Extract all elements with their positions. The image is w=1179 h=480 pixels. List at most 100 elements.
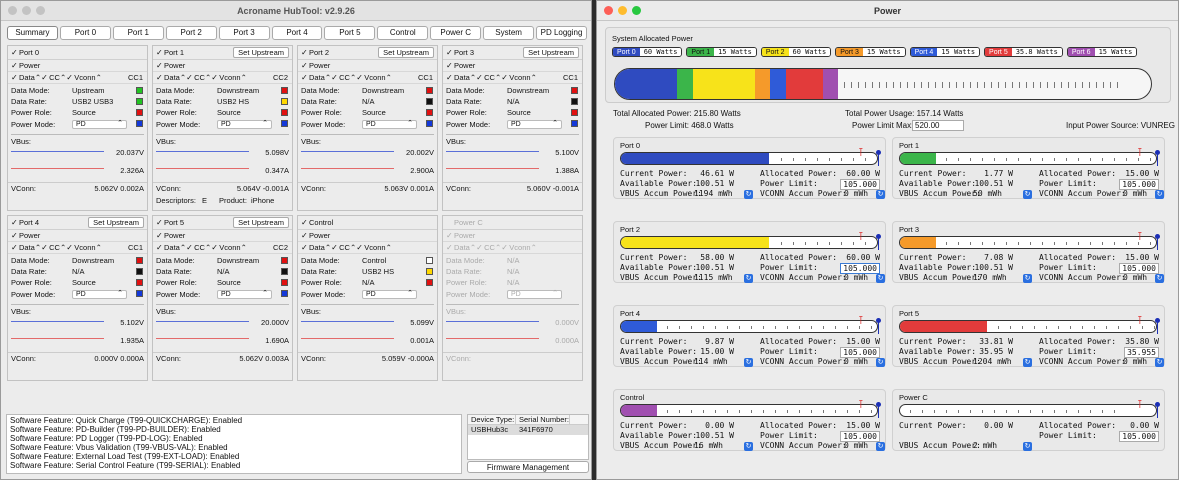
vconn-checkbox[interactable]: ✓ (211, 243, 219, 252)
vconn-checkbox[interactable]: ✓ (501, 243, 509, 252)
refresh-icon[interactable]: ↻ (876, 358, 885, 367)
tab-summary[interactable]: Summary (7, 26, 58, 40)
vconn-checkbox[interactable]: ✓ (501, 73, 509, 82)
power-mode-select[interactable]: PD (362, 289, 417, 299)
vconn-stepper-icon[interactable]: ⌃ (531, 73, 537, 82)
vconn-stepper-icon[interactable]: ⌃ (96, 73, 102, 82)
tab-pd-logging[interactable]: PD Logging (536, 26, 587, 40)
power-bar[interactable] (620, 152, 878, 165)
minimize-button[interactable] (618, 6, 627, 15)
power-bar[interactable] (899, 152, 1157, 165)
power-bar[interactable] (620, 320, 878, 333)
power-mode-select[interactable]: PD (507, 289, 562, 299)
limit-marker-icon[interactable]: ⊺ (858, 148, 864, 159)
tab-port-4[interactable]: Port 4 (271, 26, 323, 40)
tab-control[interactable]: Control (377, 26, 429, 40)
power-checkbox[interactable]: ✓ (301, 61, 309, 70)
vconn-checkbox[interactable]: ✓ (356, 243, 364, 252)
refresh-icon[interactable]: ↻ (876, 190, 885, 199)
vconn-stepper-icon[interactable]: ⌃ (96, 243, 102, 252)
cc-checkbox[interactable]: ✓ (476, 73, 484, 82)
vconn-stepper-icon[interactable]: ⌃ (241, 73, 247, 82)
enable-checkbox[interactable]: ✓ (156, 48, 164, 57)
data-checkbox[interactable]: ✓ (156, 73, 164, 82)
power-checkbox[interactable]: ✓ (11, 61, 19, 70)
vconn-stepper-icon[interactable]: ⌃ (241, 243, 247, 252)
cc-checkbox[interactable]: ✓ (41, 243, 49, 252)
enable-checkbox[interactable]: ✓ (446, 48, 454, 57)
power-checkbox[interactable]: ✓ (446, 231, 454, 240)
refresh-icon[interactable]: ↻ (744, 274, 753, 283)
power-mode-select[interactable]: PD (72, 289, 127, 299)
tab-system[interactable]: System (483, 26, 535, 40)
power-bar[interactable] (899, 236, 1157, 249)
power-checkbox[interactable]: ✓ (446, 61, 454, 70)
allocation-bar[interactable] (614, 68, 1152, 100)
close-button[interactable] (604, 6, 613, 15)
limit-marker-icon[interactable]: ⊺ (1137, 148, 1143, 159)
power-bar[interactable] (899, 404, 1157, 417)
power-checkbox[interactable]: ✓ (156, 231, 164, 240)
data-checkbox[interactable]: ✓ (446, 73, 454, 82)
refresh-icon[interactable]: ↻ (1023, 358, 1032, 367)
data-checkbox[interactable]: ✓ (301, 243, 309, 252)
data-checkbox[interactable]: ✓ (446, 243, 454, 252)
refresh-icon[interactable]: ↻ (1023, 442, 1032, 451)
firmware-management-button[interactable]: Firmware Management (467, 461, 589, 473)
vconn-stepper-icon[interactable]: ⌃ (386, 243, 392, 252)
vconn-stepper-icon[interactable]: ⌃ (386, 73, 392, 82)
limit-marker-icon[interactable]: ⊺ (858, 400, 864, 411)
tab-port-5[interactable]: Port 5 (324, 26, 376, 40)
power-mode-select[interactable]: PD (507, 119, 562, 129)
power-mode-select[interactable]: PD (217, 289, 272, 299)
refresh-icon[interactable]: ↻ (1155, 190, 1164, 199)
data-checkbox[interactable]: ✓ (156, 243, 164, 252)
close-button[interactable] (8, 6, 17, 15)
limit-marker-icon[interactable]: ⊺ (858, 232, 864, 243)
power-limit-input[interactable]: 105.000 (1119, 431, 1159, 442)
refresh-icon[interactable]: ↻ (1023, 190, 1032, 199)
set-upstream-button[interactable]: Set Upstream (88, 217, 144, 228)
vconn-stepper-icon[interactable]: ⌃ (531, 243, 537, 252)
log-panel[interactable]: Software Feature: Quick Charge (T99-QUIC… (6, 414, 462, 474)
set-upstream-button[interactable]: Set Upstream (233, 47, 289, 58)
refresh-icon[interactable]: ↻ (876, 274, 885, 283)
set-upstream-button[interactable]: Set Upstream (523, 47, 579, 58)
vconn-checkbox[interactable]: ✓ (66, 243, 74, 252)
power-checkbox[interactable]: ✓ (11, 231, 19, 240)
limit-marker-icon[interactable]: ⊺ (1137, 400, 1143, 411)
data-checkbox[interactable]: ✓ (301, 73, 309, 82)
data-checkbox[interactable]: ✓ (11, 243, 19, 252)
enable-checkbox[interactable]: ✓ (11, 218, 19, 227)
power-mode-select[interactable]: PD (217, 119, 272, 129)
refresh-icon[interactable]: ↻ (744, 442, 753, 451)
limit-marker-icon[interactable]: ⊺ (1137, 316, 1143, 327)
set-upstream-button[interactable]: Set Upstream (233, 217, 289, 228)
power-bar[interactable] (620, 236, 878, 249)
power-bar[interactable] (899, 320, 1157, 333)
tab-port-2[interactable]: Port 2 (165, 26, 217, 40)
refresh-icon[interactable]: ↻ (744, 358, 753, 367)
tab-port-0[interactable]: Port 0 (59, 26, 111, 40)
enable-checkbox[interactable]: ✓ (11, 48, 19, 57)
cc-checkbox[interactable]: ✓ (331, 73, 339, 82)
vconn-checkbox[interactable]: ✓ (66, 73, 74, 82)
cc-checkbox[interactable]: ✓ (186, 73, 194, 82)
refresh-icon[interactable]: ↻ (1023, 274, 1032, 283)
device-row[interactable]: USBHub3c 341F6970 (468, 425, 588, 435)
cc-checkbox[interactable]: ✓ (186, 243, 194, 252)
limit-marker-icon[interactable]: ⊺ (858, 316, 864, 327)
refresh-icon[interactable]: ↻ (1155, 358, 1164, 367)
tab-power-c[interactable]: Power C (430, 26, 482, 40)
refresh-icon[interactable]: ↻ (1155, 274, 1164, 283)
tab-port-1[interactable]: Port 1 (112, 26, 164, 40)
zoom-button[interactable] (632, 6, 641, 15)
enable-checkbox[interactable]: ✓ (301, 48, 309, 57)
power-checkbox[interactable]: ✓ (301, 231, 309, 240)
limit-marker-icon[interactable]: ⊺ (1137, 232, 1143, 243)
zoom-button[interactable] (36, 6, 45, 15)
refresh-icon[interactable]: ↻ (876, 442, 885, 451)
cc-checkbox[interactable]: ✓ (476, 243, 484, 252)
vconn-checkbox[interactable]: ✓ (356, 73, 364, 82)
minimize-button[interactable] (22, 6, 31, 15)
